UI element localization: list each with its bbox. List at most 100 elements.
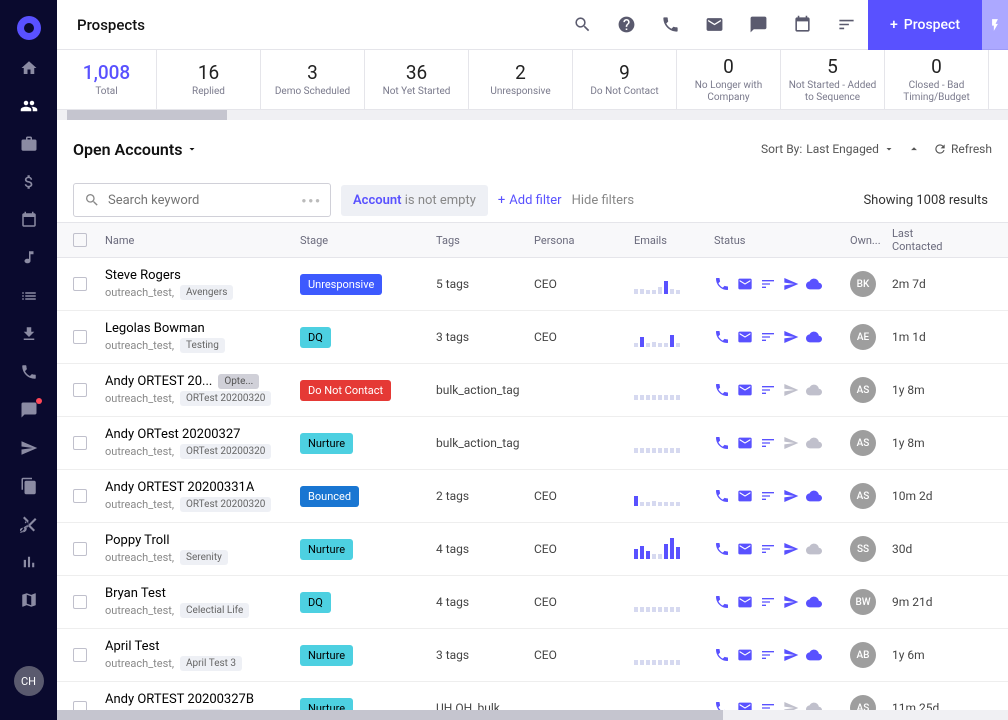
status-action-icon[interactable] <box>783 541 799 557</box>
status-action-icon[interactable] <box>783 647 799 663</box>
table-row[interactable]: Andy ORTEST 20200331Aoutreach_test, ORTe… <box>57 470 1008 523</box>
row-checkbox[interactable] <box>73 383 87 397</box>
sidebar-audio-icon[interactable] <box>19 248 39 268</box>
col-owner[interactable]: Own... <box>850 234 892 247</box>
sidebar-briefcase-icon[interactable] <box>19 134 39 154</box>
status-action-icon[interactable] <box>806 700 822 710</box>
table-row[interactable]: Legolas Bowmanoutreach_test, TestingDQ3 … <box>57 311 1008 364</box>
table-scrollbar[interactable] <box>57 710 1008 720</box>
status-action-icon[interactable] <box>806 276 822 292</box>
phone-icon[interactable] <box>648 0 692 50</box>
status-action-icon[interactable] <box>737 382 753 398</box>
status-action-icon[interactable] <box>806 382 822 398</box>
prospect-name[interactable]: Andy ORTEST 20200327B <box>105 692 300 707</box>
status-action-icon[interactable] <box>783 329 799 345</box>
prospect-name[interactable]: Legolas Bowman <box>105 321 300 336</box>
select-all-checkbox[interactable] <box>73 233 87 247</box>
status-action-icon[interactable] <box>783 382 799 398</box>
row-checkbox[interactable] <box>73 489 87 503</box>
col-name[interactable]: Name <box>105 234 300 247</box>
sort-dropdown[interactable]: Sort By: Last Engaged <box>761 142 895 156</box>
status-action-icon[interactable] <box>714 594 730 610</box>
prospect-name[interactable]: Bryan Test <box>105 586 300 601</box>
sidebar-calendar-small-icon[interactable] <box>19 210 39 230</box>
sidebar-people-icon[interactable] <box>19 96 39 116</box>
status-action-icon[interactable] <box>760 329 776 345</box>
filter-pill[interactable]: Account is not empty <box>341 185 488 216</box>
table-row[interactable]: Andy ORTEST 20200327Boutreach_test, ORTe… <box>57 682 1008 710</box>
status-action-icon[interactable] <box>714 435 730 451</box>
col-last-contacted[interactable]: Last Contacted <box>892 227 962 253</box>
owner-avatar[interactable]: AS <box>850 695 876 710</box>
bolt-icon[interactable] <box>982 0 1008 50</box>
sidebar-copy-icon[interactable] <box>19 476 39 496</box>
status-action-icon[interactable] <box>806 435 822 451</box>
add-filter-button[interactable]: +Add filter <box>498 193 562 208</box>
status-action-icon[interactable] <box>806 541 822 557</box>
stage-pill[interactable]: Unresponsive <box>300 274 382 295</box>
col-status[interactable]: Status <box>714 234 850 247</box>
row-checkbox[interactable] <box>73 436 87 450</box>
status-action-icon[interactable] <box>760 647 776 663</box>
stage-pill[interactable]: Nurture <box>300 539 353 560</box>
stage-pill[interactable]: Nurture <box>300 433 353 454</box>
stat-item[interactable]: 1,008Total <box>57 50 157 109</box>
status-action-icon[interactable] <box>714 647 730 663</box>
row-checkbox[interactable] <box>73 595 87 609</box>
status-action-icon[interactable] <box>737 435 753 451</box>
chat-icon[interactable] <box>736 0 780 50</box>
status-action-icon[interactable] <box>737 647 753 663</box>
calendar-icon[interactable] <box>780 0 824 50</box>
col-tags[interactable]: Tags <box>436 234 534 247</box>
status-action-icon[interactable] <box>737 276 753 292</box>
stage-pill[interactable]: Nurture <box>300 645 353 666</box>
status-action-icon[interactable] <box>737 329 753 345</box>
status-action-icon[interactable] <box>783 276 799 292</box>
status-action-icon[interactable] <box>783 594 799 610</box>
stat-item[interactable]: 16Replied <box>157 50 261 109</box>
status-action-icon[interactable] <box>737 488 753 504</box>
search-icon[interactable] <box>560 0 604 50</box>
prospect-name[interactable]: Andy ORTEST 20200331A <box>105 480 300 495</box>
stat-item[interactable]: 36Not Yet Started <box>365 50 469 109</box>
status-action-icon[interactable] <box>714 541 730 557</box>
status-action-icon[interactable] <box>714 700 730 710</box>
search-input[interactable]: ● ● ● <box>73 183 331 217</box>
sidebar-home-icon[interactable] <box>19 58 39 78</box>
status-action-icon[interactable] <box>806 647 822 663</box>
col-stage[interactable]: Stage <box>300 234 436 247</box>
status-action-icon[interactable] <box>760 594 776 610</box>
status-action-icon[interactable] <box>714 382 730 398</box>
owner-avatar[interactable]: AS <box>850 377 876 403</box>
prospect-name[interactable]: Andy ORTEST 20...Opte... <box>105 374 300 389</box>
status-action-icon[interactable] <box>760 276 776 292</box>
owner-avatar[interactable]: BK <box>850 271 876 297</box>
row-checkbox[interactable] <box>73 701 87 710</box>
sidebar-map-icon[interactable] <box>19 590 39 610</box>
add-prospect-button[interactable]: +Prospect <box>868 0 982 50</box>
stat-item[interactable]: 2Unresponsive <box>469 50 573 109</box>
sidebar-bar-chart-icon[interactable] <box>19 552 39 572</box>
user-avatar[interactable]: CH <box>14 666 44 696</box>
status-action-icon[interactable] <box>714 488 730 504</box>
table-row[interactable]: Andy ORTest 20200327outreach_test, ORTes… <box>57 417 1008 470</box>
stat-item[interactable]: 5Not Started - Added to Sequence <box>781 50 885 109</box>
status-action-icon[interactable] <box>760 435 776 451</box>
view-dropdown[interactable]: Open Accounts <box>73 140 198 159</box>
sort-arrow-icon[interactable] <box>907 142 921 156</box>
col-persona[interactable]: Persona <box>534 234 634 247</box>
status-action-icon[interactable] <box>737 594 753 610</box>
owner-avatar[interactable]: BW <box>850 589 876 615</box>
status-action-icon[interactable] <box>760 382 776 398</box>
stage-pill[interactable]: Do Not Contact <box>300 380 391 401</box>
help-icon[interactable] <box>604 0 648 50</box>
sidebar-dollar-icon[interactable] <box>19 172 39 192</box>
stage-pill[interactable]: DQ <box>300 327 331 348</box>
prospect-name[interactable]: April Test <box>105 639 300 654</box>
owner-avatar[interactable]: AS <box>850 430 876 456</box>
status-action-icon[interactable] <box>806 594 822 610</box>
status-action-icon[interactable] <box>737 541 753 557</box>
sidebar-phone-icon[interactable] <box>19 362 39 382</box>
status-action-icon[interactable] <box>806 488 822 504</box>
stats-scrollbar[interactable] <box>57 110 1008 120</box>
